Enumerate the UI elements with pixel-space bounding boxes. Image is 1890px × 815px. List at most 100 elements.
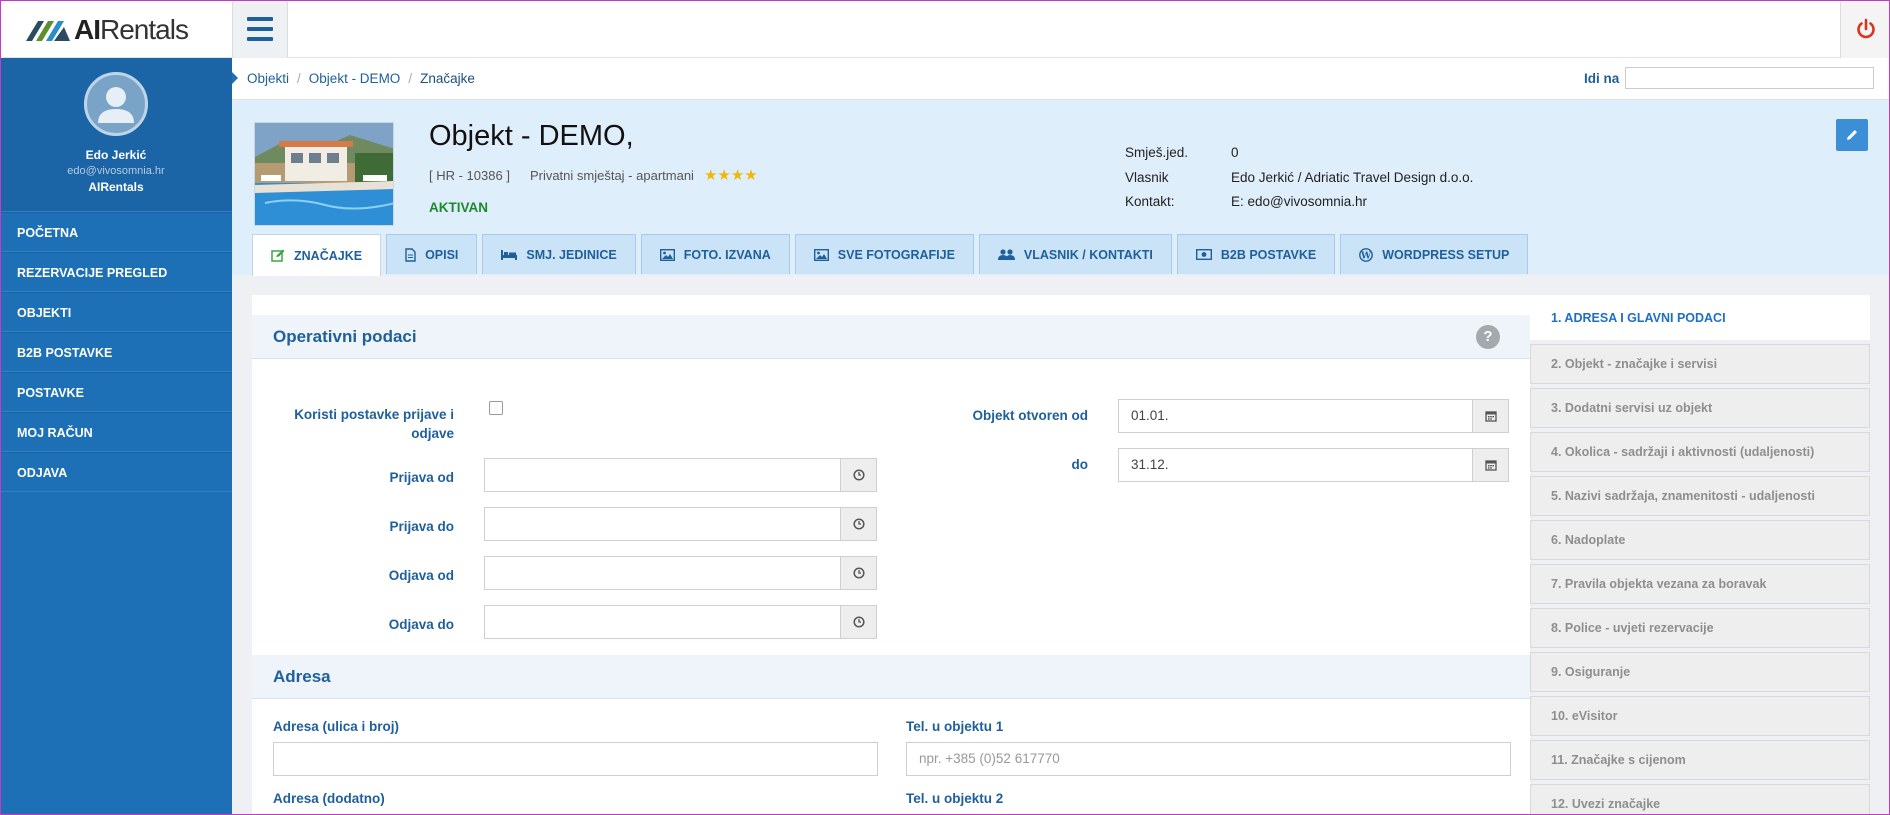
main-content: Operativni podaci ? Koristi postavke pri… [252,295,1530,815]
tab-sve-fotografije[interactable]: SVE FOTOGRAFIJE [794,234,974,274]
breadcrumb-link-objekti[interactable]: Objekti [247,71,289,86]
tel1-label: Tel. u objektu 1 [906,719,1004,734]
tab-smj-jedinice[interactable]: SMJ. JEDINICE [482,234,636,274]
prijava-do-label: Prijava do [389,519,454,534]
calendar-icon [1484,460,1497,471]
sidebar-item-odjava[interactable]: ODJAVA [0,452,232,492]
step-5[interactable]: 5. Nazivi sadržaja, znamenitosti - udalj… [1530,476,1870,516]
tel1-input[interactable]: npr. +385 (0)52 617770 [906,742,1511,776]
sidebar-item-moj-racun[interactable]: MOJ RAČUN [0,412,232,452]
step-11[interactable]: 11. Značajke s cijenom [1530,740,1870,780]
logo-mark-icon [26,21,70,41]
status-badge: AKTIVAN [429,200,488,215]
checkin-settings-label: Koristi postavke prijave i odjave [294,407,454,441]
breadcrumb-link-objekt[interactable]: Objekt - DEMO [309,71,401,86]
tab-bar: ZNAČAJKE OPISI SMJ. JEDINICE FOTO. IZVAN… [252,234,1533,276]
breadcrumb-current: Značajke [420,71,475,86]
object-thumbnail[interactable] [254,122,394,226]
breadcrumb: Objekti / Objekt - DEMO / Značajke [247,71,475,86]
section-title: Operativni podaci [273,327,417,346]
addr2-label: Adresa (dodatno) [273,791,385,806]
clock-icon [852,469,865,481]
odjava-od-clock-button[interactable] [840,556,877,590]
goto-input[interactable] [1625,67,1874,89]
section-title: Adresa [273,667,331,686]
tab-znacajke[interactable]: ZNAČAJKE [252,234,382,276]
image-icon [813,248,829,261]
sidebar-item-objekti[interactable]: OBJEKTI [0,292,232,332]
object-type: Privatni smještaj - apartmani [529,167,694,183]
user-organization: AIRentals [88,180,144,194]
step-1[interactable]: 1. ADRESA I GLAVNI PODACI [1530,295,1870,340]
steps-nav: 1. ADRESA I GLAVNI PODACI 2. Objekt - zn… [1530,295,1870,815]
odjava-od-label: Odjava od [388,568,454,583]
step-4[interactable]: 4. Okolica - sadržaji i aktivnosti (udal… [1530,432,1870,472]
help-icon[interactable]: ? [1476,325,1500,349]
tel1-placeholder: npr. +385 (0)52 617770 [919,751,1060,766]
do-calendar-button[interactable] [1472,448,1509,482]
info-row: Vlasnik Edo Jerkić / Adriatic Travel Desi… [1125,169,1474,185]
do-input[interactable]: 31.12. [1118,448,1473,482]
bed-icon [501,249,518,261]
prijava-do-input[interactable] [484,507,841,541]
sidebar-item-b2b-postavke[interactable]: B2B POSTAVKE [0,332,232,372]
tab-foto-izvana[interactable]: FOTO. IZVANA [640,234,790,274]
user-icon [98,87,134,123]
sidebar: Edo Jerkić edo@vivosomnia.hr AIRentals P… [0,58,232,815]
street-input[interactable] [273,742,878,776]
tel2-label: Tel. u objektu 2 [906,791,1004,806]
sidebar-item-postavke[interactable]: POSTAVKE [0,372,232,412]
tab-wordpress-setup[interactable]: W WORDPRESS SETUP [1340,234,1529,274]
step-7[interactable]: 7. Pravila objekta vezana za boravak [1530,564,1870,604]
clock-icon [852,518,865,530]
prijava-do-clock-button[interactable] [840,507,877,541]
do-label: do [1071,457,1089,472]
step-10[interactable]: 10. eVisitor [1530,696,1870,736]
section-operativni-podaci: Operativni podaci ? [252,315,1530,359]
logout-button[interactable] [1840,0,1890,58]
wordpress-icon: W [1359,247,1374,262]
prijava-od-input[interactable] [484,458,841,492]
sidebar-item-rezervacije[interactable]: REZERVACIJE PREGLED [0,252,232,292]
odjava-do-input[interactable] [484,605,841,639]
otvoren-od-calendar-button[interactable] [1472,399,1509,433]
money-icon [1195,249,1212,260]
step-12[interactable]: 12. Uvezi značajke [1530,784,1870,815]
odjava-do-label: Odjava do [388,617,454,632]
clock-icon [852,616,865,628]
info-row: Kontakt: E: edo@vivosomnia.hr [1125,194,1368,209]
step-8[interactable]: 8. Police - uvjeti rezervacije [1530,608,1870,648]
otvoren-od-input[interactable]: 01.01. [1118,399,1473,433]
object-info: Smješ.jed. 0 Vlasnik Edo Jerkić / Adriatic… [1125,145,1473,219]
app-logo[interactable]: AIRentals [24,14,189,46]
breadcrumb-marker-icon [232,72,238,84]
step-3[interactable]: 3. Dodatni servisi uz objekt [1530,388,1870,428]
svg-text:W: W [1360,251,1372,261]
object-meta: [ HR - 10386 ] Privatni smještaj - apart… [429,166,758,184]
step-9[interactable]: 9. Osiguranje [1530,652,1870,692]
tab-b2b-postavke[interactable]: B2B POSTAVKE [1176,234,1336,274]
clock-icon [852,567,865,579]
odjava-od-input[interactable] [484,556,841,590]
object-title: Objekt - DEMO, [429,120,634,152]
step-6[interactable]: 6. Nadoplate [1530,520,1870,560]
edit-object-button[interactable] [1836,119,1868,151]
goto-label: Idi na [1584,71,1620,86]
checkin-settings-checkbox[interactable] [489,401,503,415]
avatar[interactable] [84,72,148,136]
users-icon [997,248,1015,261]
step-2[interactable]: 2. Objekt - značajke i servisi [1530,344,1870,384]
section-adresa: Adresa [252,655,1530,699]
prijava-od-clock-button[interactable] [840,458,877,492]
menu-toggle-button[interactable] [232,0,288,58]
rating-stars-icon: ★★★★ [703,167,758,184]
info-row: Smješ.jed. 0 [1125,145,1239,160]
breadcrumb-bar: Objekti / Objekt - DEMO / Značajke Idi na [232,58,1890,100]
otvoren-od-label: Objekt otvoren od [972,408,1088,423]
sidebar-item-pocetna[interactable]: POČETNA [0,212,232,252]
tab-opisi[interactable]: OPISI [386,234,478,274]
user-profile: Edo Jerkić edo@vivosomnia.hr AIRentals [0,58,232,212]
odjava-do-clock-button[interactable] [840,605,877,639]
tab-vlasnik-kontakti[interactable]: VLASNIK / KONTAKTI [978,234,1172,274]
prijava-od-label: Prijava od [389,470,454,485]
